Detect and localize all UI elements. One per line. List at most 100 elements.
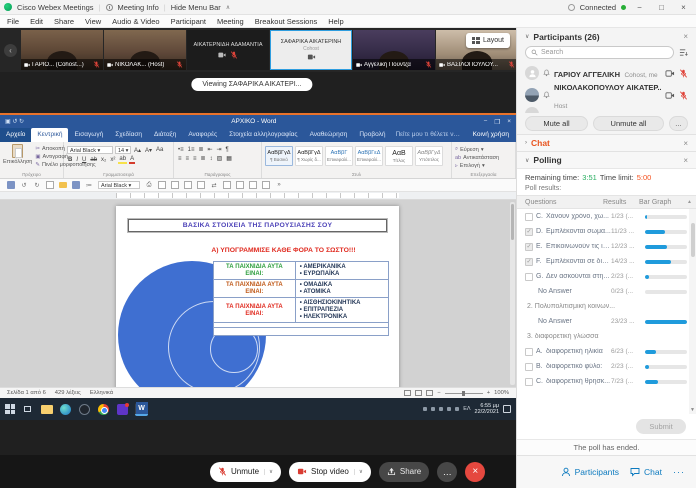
minimize-button[interactable]: − <box>631 3 648 12</box>
document-scrollbar[interactable] <box>510 202 515 385</box>
search-placeholder: Search <box>541 49 563 56</box>
menu-help[interactable]: Help <box>328 17 343 26</box>
camera-icon <box>297 467 307 476</box>
muted-mic-icon[interactable] <box>679 91 688 100</box>
poll-bar <box>645 260 687 264</box>
video-tile[interactable]: ΓΑΡΙΟ... (Cohost...) <box>21 30 103 70</box>
participant-name-label: ΣΑΦΑΡΙΚΑ ΑΙΚΑΤΕΡΙΝΗ <box>281 39 342 45</box>
muted-mic-icon[interactable] <box>679 69 688 78</box>
hide-menu-bar-button[interactable]: Hide Menu Bar <box>171 3 221 12</box>
share-button[interactable]: Share <box>379 462 429 482</box>
menu-participant[interactable]: Participant <box>171 17 206 26</box>
poll-bar <box>645 380 687 384</box>
poll-checkbox[interactable] <box>525 243 533 251</box>
menu-breakout-sessions[interactable]: Breakout Sessions <box>255 17 318 26</box>
poll-checkbox[interactable] <box>525 348 533 356</box>
panel-more-button[interactable]: ··· <box>673 467 685 477</box>
poll-checkbox[interactable] <box>525 378 533 386</box>
camera-icon[interactable] <box>665 91 675 100</box>
paragraph-mark-icon: ¶ <box>225 147 230 153</box>
tray-clock-time: 6:55 μμ <box>480 403 499 409</box>
word-tab-review: Αναθεώρηση <box>304 128 354 142</box>
poll-checkbox[interactable] <box>525 258 533 266</box>
sort-icon[interactable] <box>679 48 688 57</box>
maximize-button[interactable]: □ <box>653 3 670 12</box>
unmute-button[interactable]: Unmute ∨ <box>210 462 281 482</box>
scroll-down-icon[interactable]: ▼ <box>689 407 696 413</box>
participants-panel-title: Participants (26) <box>533 32 599 42</box>
muted-mic-icon <box>176 61 183 68</box>
poll-checkbox[interactable] <box>525 363 533 371</box>
poll-bar <box>645 365 687 369</box>
textbox-icon <box>262 181 270 189</box>
participants-toggle-button[interactable]: Participants <box>561 467 619 477</box>
muted-mic-icon <box>218 467 227 476</box>
chevron-right-icon: › <box>525 140 527 146</box>
poll-scrollbar[interactable]: ▼ <box>689 209 696 414</box>
participant-name-label: ΓΑΡΙΟ... (Cohost...) <box>32 62 91 68</box>
video-tile[interactable]: Αγγελική Πούντζα <box>353 30 435 70</box>
participants-more-button[interactable]: ... <box>669 116 688 131</box>
participant-name-label: Αγγελική Πούντζα <box>364 62 423 68</box>
meeting-info-button[interactable]: Meeting Info <box>118 3 159 12</box>
menu-bar: File Edit Share View Audio & Video Parti… <box>0 15 696 28</box>
polling-panel-header[interactable]: ∨ Polling × <box>517 151 696 168</box>
copy-icon <box>184 181 192 189</box>
close-participants-icon[interactable]: × <box>683 32 688 41</box>
chevron-down-icon[interactable]: ∨ <box>264 469 273 475</box>
close-button[interactable]: × <box>675 3 692 12</box>
unmute-all-button[interactable]: Unmute all <box>593 116 664 131</box>
video-tile[interactable]: ΝΙΚΟΛΑΚ... (Host) <box>104 30 186 70</box>
webex-logo-icon <box>4 3 12 11</box>
close-polling-icon[interactable]: × <box>683 156 688 165</box>
style-no-spacing: ΑαΒβΓγΔ¶ Χωρίς δ... <box>295 146 323 166</box>
video-tile-no-video[interactable]: ΑΙΚΑΤΕΡΝΙΔΗ ΑΔΑΜΑΝΤΙΑ <box>187 30 269 70</box>
submit-button[interactable]: Submit <box>636 419 686 434</box>
poll-checkbox[interactable] <box>525 213 533 221</box>
menu-share[interactable]: Share <box>54 17 74 26</box>
chevron-down-icon[interactable]: ∨ <box>354 469 363 475</box>
increase-indent-icon: ⇥ <box>216 146 223 153</box>
new-document-icon <box>158 181 166 189</box>
style-title: ΑαΒΤίτλος <box>385 146 413 166</box>
menu-file[interactable]: File <box>7 17 19 26</box>
ribbon-group-clipboard: Επικόλληση ✂Αποκοπή ▣Αντιγραφή ✎Πινέλο μ… <box>0 142 64 178</box>
participant-row-partial <box>517 106 696 113</box>
poll-option-row: A. διαφορετική ηλικία 6/23 (... <box>517 344 689 359</box>
menu-view[interactable]: View <box>85 17 101 26</box>
poll-bar <box>645 230 687 234</box>
poll-checkbox[interactable] <box>525 273 533 281</box>
participant-name-label: ΑΙΚΑΤΕΡΝΙΔΗ ΑΔΑΜΑΝΤΙΑ <box>194 42 263 48</box>
multilevel-list-icon: ≣ <box>197 146 204 153</box>
chat-toggle-button[interactable]: Chat <box>630 467 662 477</box>
word-share-label: Κοινή χρήση <box>473 131 509 138</box>
leave-meeting-button[interactable]: × <box>465 462 485 482</box>
zoom-slider <box>445 393 483 394</box>
layout-button[interactable]: Layout <box>466 33 510 48</box>
camera-icon[interactable] <box>665 69 675 78</box>
poll-question-row: 2. Πολυπολιτισμική κοινων... <box>517 299 689 314</box>
document-heading: Α) ΥΠΟΓΡΑΜΜΙΣΕ ΚΑΘΕ ΦΟΡΑ ΤΟ ΣΩΣΤΟ!!! <box>116 247 399 254</box>
action-center-icon <box>503 405 511 413</box>
justify-icon: ≣ <box>200 155 207 162</box>
more-options-button[interactable]: … <box>437 462 457 482</box>
tray-icon <box>447 407 451 411</box>
close-chat-icon[interactable]: × <box>683 139 688 148</box>
mute-all-button[interactable]: Mute all <box>525 116 588 131</box>
participant-search-input[interactable]: Search <box>525 46 674 59</box>
chat-panel-header[interactable]: › Chat × <box>517 134 696 151</box>
video-tile-active-speaker[interactable]: ΣΑΦΑΡΙΚΑ ΑΙΚΑΤΕΡΙΝΗ Cohost <box>270 30 352 70</box>
tray-language: ΕΛ <box>463 406 470 412</box>
menu-audio-video[interactable]: Audio & Video <box>112 17 159 26</box>
poll-checkbox[interactable] <box>525 228 533 236</box>
scroll-up-icon[interactable]: ▲ <box>687 199 696 205</box>
menu-edit[interactable]: Edit <box>30 17 43 26</box>
participants-panel-header[interactable]: ∨ Participants (26) × <box>517 28 696 45</box>
stop-video-button[interactable]: Stop video ∨ <box>289 462 371 482</box>
menu-meeting[interactable]: Meeting <box>217 17 244 26</box>
participant-row[interactable]: ΝΙΚΟΛΑΚΟΠΟΥΛΟΥ ΑΙΚΑΤΕΡ... Host <box>517 84 696 106</box>
connection-status: Connected <box>580 3 616 12</box>
remaining-time-label: Remaining time: <box>525 173 579 182</box>
previous-videos-button[interactable]: ‹ <box>4 44 17 57</box>
word-tab-view: Προβολή <box>353 128 391 142</box>
